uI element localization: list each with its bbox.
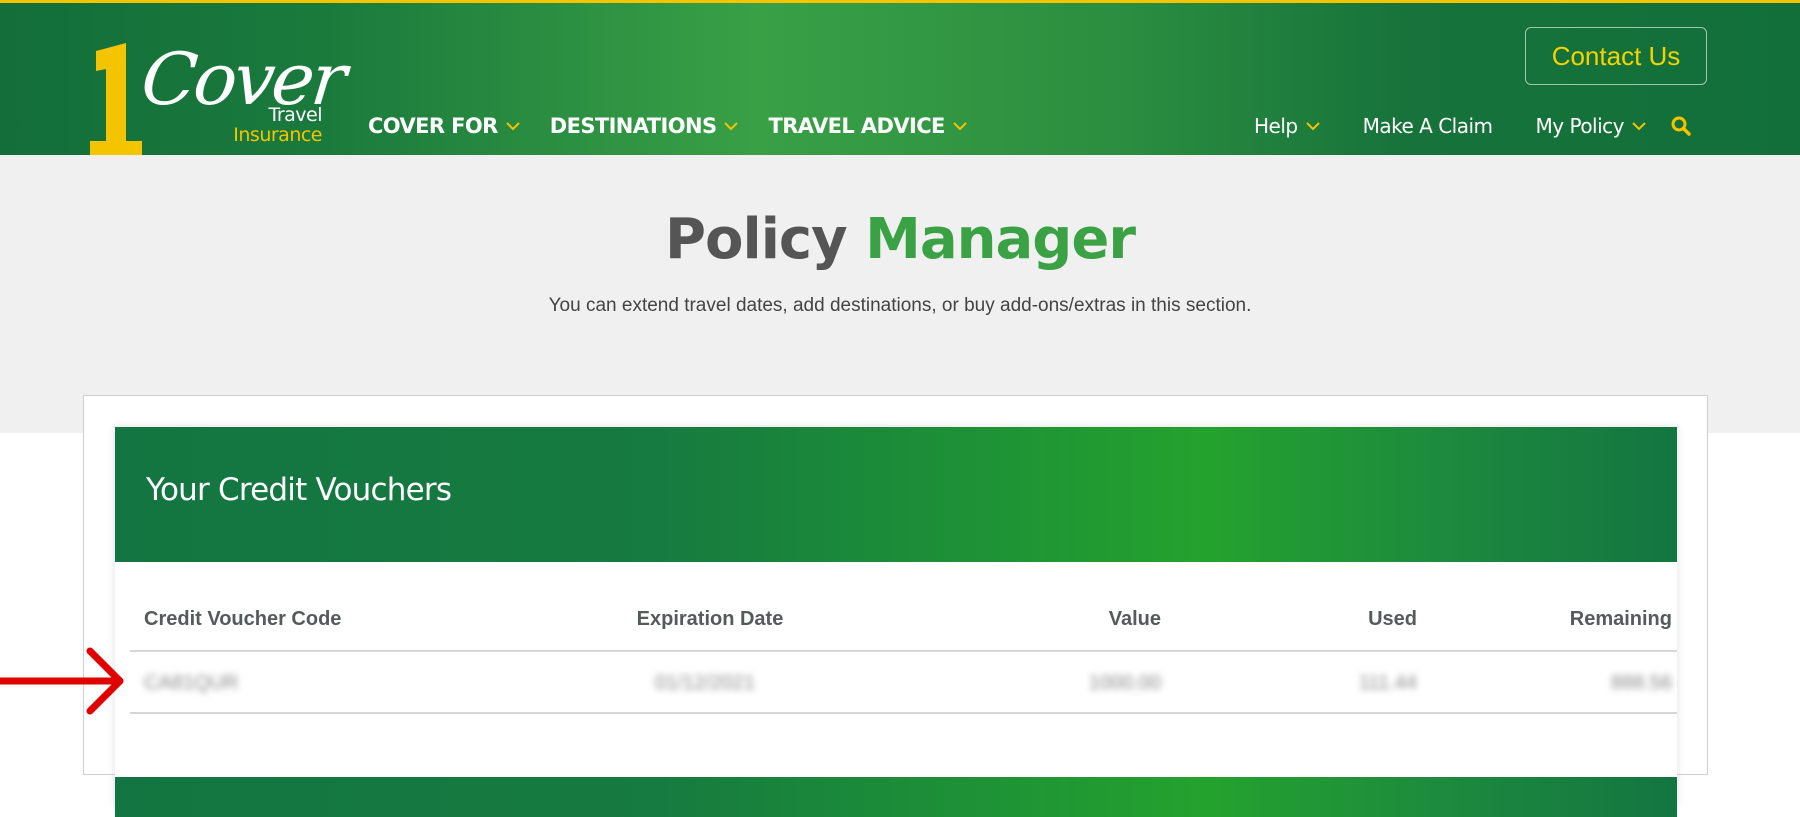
chevron-down-icon: [1632, 122, 1646, 131]
vouchers-table: Credit Voucher Code Expiration Date Valu…: [130, 562, 1677, 714]
contact-us-button[interactable]: Contact Us: [1525, 27, 1707, 85]
next-panel-header: [115, 777, 1677, 817]
voucher-remaining: 888.56: [1610, 672, 1672, 694]
policy-card: Your Credit Vouchers Credit Voucher Code…: [83, 395, 1708, 817]
nav-make-a-claim[interactable]: Make A Claim: [1363, 110, 1493, 142]
annotation-arrow-icon: [0, 647, 124, 715]
main-nav: COVER FOR DESTINATIONS TRAVEL ADVICE: [368, 110, 967, 142]
column-header-expiration: Expiration Date: [636, 608, 784, 630]
logo-insurance: Insurance: [233, 124, 322, 146]
panel-title: Your Credit Vouchers: [146, 472, 452, 508]
chevron-down-icon: [506, 122, 520, 131]
panel-header: Your Credit Vouchers: [115, 427, 1677, 562]
column-header-value: Value: [1108, 608, 1161, 630]
voucher-value: 1000.00: [1088, 672, 1161, 694]
column-header-remaining: Remaining: [1569, 608, 1672, 630]
nav-my-policy[interactable]: My Policy: [1536, 110, 1646, 142]
nav-destinations[interactable]: DESTINATIONS: [550, 110, 739, 142]
column-header-used: Used: [1368, 608, 1417, 630]
nav-cover-for[interactable]: COVER FOR: [368, 110, 520, 142]
utility-nav: Help Make A Claim My Policy: [1254, 110, 1692, 142]
site-header: Cover Travel Insurance COVER FOR DESTINA…: [0, 0, 1800, 158]
voucher-expiration: 01/12/2021: [654, 672, 756, 694]
logo-travel: Travel: [268, 104, 323, 126]
nav-help[interactable]: Help: [1254, 110, 1320, 142]
table-header-row: Credit Voucher Code Expiration Date Valu…: [130, 562, 1677, 652]
page-title: Policy Manager: [0, 207, 1800, 272]
nav-label: COVER FOR: [368, 114, 498, 138]
search-icon[interactable]: [1670, 115, 1692, 137]
hero-section: Policy Manager You can extend travel dat…: [0, 155, 1800, 433]
credit-vouchers-panel: Your Credit Vouchers Credit Voucher Code…: [115, 427, 1677, 817]
column-header-code: Credit Voucher Code: [144, 608, 342, 630]
nav-label: Make A Claim: [1362, 114, 1493, 138]
nav-travel-advice[interactable]: TRAVEL ADVICE: [768, 110, 967, 142]
nav-label: TRAVEL ADVICE: [768, 114, 945, 138]
logo[interactable]: Cover Travel Insurance: [86, 37, 348, 158]
chevron-down-icon: [1305, 122, 1320, 131]
chevron-down-icon: [724, 122, 739, 131]
nav-label: Help: [1254, 114, 1298, 138]
voucher-used: 111.44: [1358, 672, 1417, 694]
logo-one-mark: [90, 43, 142, 158]
nav-label: My Policy: [1535, 114, 1625, 138]
page-title-part1: Policy: [665, 207, 848, 272]
voucher-code: CA81QUR: [144, 672, 239, 694]
chevron-down-icon: [953, 122, 967, 131]
page-subtitle: You can extend travel dates, add destina…: [548, 295, 1252, 316]
table-row: CA81QUR 01/12/2021 1000.00 111.44 888.56: [130, 652, 1677, 714]
page-title-part2: Manager: [865, 207, 1136, 272]
nav-label: DESTINATIONS: [549, 114, 717, 138]
